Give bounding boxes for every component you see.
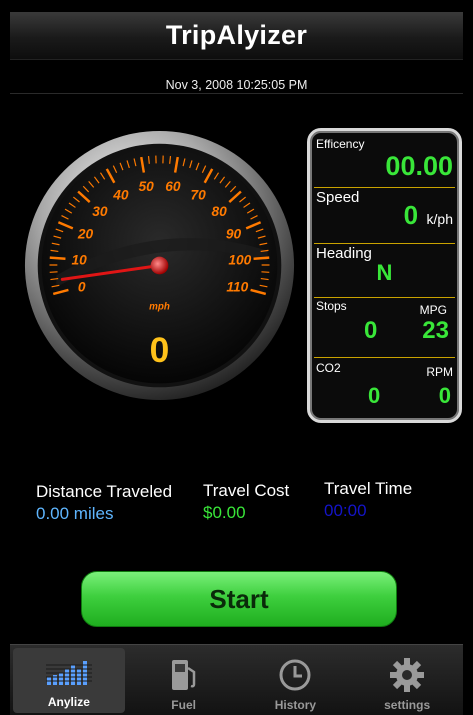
speed-tick-label: 50	[138, 179, 154, 194]
time-stat: Travel Time 00:00	[324, 479, 412, 521]
speed-tick-label: 90	[226, 227, 242, 242]
tab-label: Anylize	[47, 695, 90, 709]
speed-tick-label: 0	[78, 279, 86, 294]
divider	[314, 187, 455, 188]
mpg-label: MPG	[419, 303, 447, 317]
mpg-value: 23	[422, 317, 449, 344]
speed-unit: k/ph	[426, 211, 453, 227]
tab-fuel[interactable]: Fuel	[128, 645, 240, 715]
speed-tick	[147, 155, 150, 164]
speed-readout: 0	[403, 200, 419, 230]
speed-tick-label: 110	[226, 279, 248, 294]
date-time: Nov 3, 2008 10:25:05 PM	[165, 78, 308, 92]
speed-tick-label: 30	[92, 204, 108, 219]
tab-label: History	[274, 698, 317, 712]
fuel-pump-icon	[168, 656, 200, 694]
cost-value: $0.00	[203, 503, 246, 522]
speed-tick-label: 60	[165, 179, 181, 194]
tab-anylize[interactable]: Anylize	[13, 648, 125, 713]
speed-tick-label: 20	[77, 227, 94, 242]
speed-tick	[49, 256, 66, 260]
cost-stat: Travel Cost $0.00	[203, 481, 289, 523]
rpm-value: 0	[438, 383, 451, 408]
efficiency-label: Efficency	[316, 137, 365, 151]
speed-tick-label: 80	[211, 204, 227, 219]
distance-stat: Distance Traveled 0.00 miles	[36, 482, 172, 524]
speed-tick	[169, 155, 172, 164]
speed-tick	[253, 256, 270, 260]
divider	[314, 297, 455, 298]
gear-icon	[389, 656, 425, 694]
equalizer-icon	[45, 653, 92, 691]
stops-value: 0	[364, 317, 378, 344]
time-label: Travel Time	[324, 479, 413, 498]
heading-value: N	[376, 260, 393, 285]
distance-label: Distance Traveled	[36, 482, 173, 501]
divider	[10, 93, 463, 94]
speedometer: 0 10 20 30 40 50 60 70 80 90 100 110 mph 0	[22, 128, 297, 403]
needle-hub	[150, 256, 169, 275]
speed-tick-label: 40	[112, 188, 129, 203]
divider	[314, 243, 455, 244]
time-value: 00:00	[324, 501, 367, 520]
start-button[interactable]: Start	[81, 571, 397, 627]
efficiency-value: 00.00	[385, 151, 453, 181]
tab-label: Fuel	[171, 698, 196, 712]
tab-label: settings	[384, 698, 431, 712]
title-bar: TripAlyizer	[10, 12, 463, 60]
co2-value: 0	[368, 383, 381, 408]
tab-bar: Anylize Fuel History settings	[10, 644, 463, 715]
stats-panel: Efficency 00.00 Speed 0 k/ph Heading N S…	[307, 128, 462, 423]
stops-label: Stops	[316, 299, 347, 313]
tab-history[interactable]: History	[240, 645, 352, 715]
app-title: TripAlyizer	[165, 20, 308, 50]
co2-label: CO2	[316, 361, 341, 375]
speed-tick-label: 10	[72, 253, 88, 268]
unit-label: mph	[149, 302, 170, 313]
tab-settings[interactable]: settings	[351, 645, 463, 715]
divider	[314, 357, 455, 358]
clock-icon	[278, 656, 312, 694]
app-screen: TripAlyizer Nov 3, 2008 10:25:05 PM 0 10…	[10, 12, 463, 715]
speed-tick-label: 70	[190, 188, 206, 203]
rpm-label: RPM	[426, 365, 453, 379]
speed-value: 0	[150, 331, 170, 370]
speed-tick-label: 100	[228, 253, 251, 268]
speedometer-graphic: 0 10 20 30 40 50 60 70 80 90 100 110 mph 0	[24, 130, 295, 401]
cost-label: Travel Cost	[203, 481, 290, 500]
distance-value: 0.00 miles	[36, 504, 114, 523]
